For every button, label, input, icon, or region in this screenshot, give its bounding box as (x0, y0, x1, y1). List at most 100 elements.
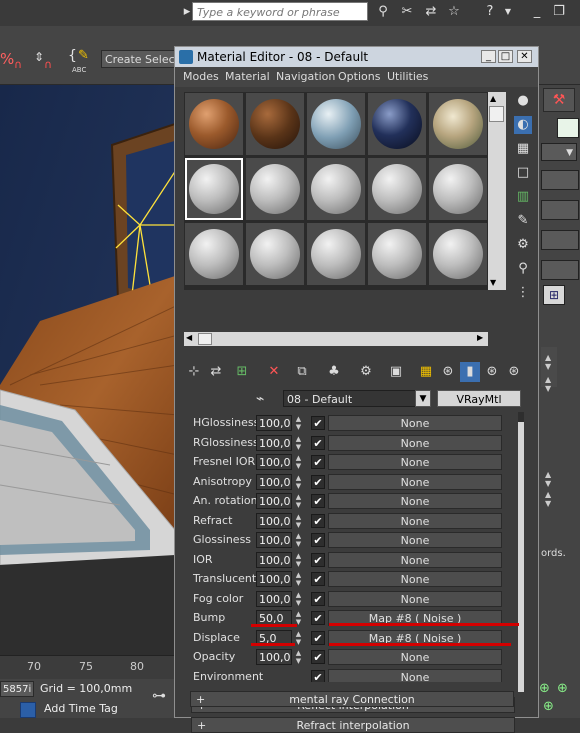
material-slot[interactable] (429, 223, 487, 285)
params-scroll-thumb[interactable] (518, 422, 524, 692)
hammer-icon[interactable]: ⚒ (543, 88, 575, 112)
eyedropper-icon[interactable]: ⌁ (256, 390, 274, 408)
material-slot[interactable] (307, 223, 365, 285)
put-to-library-icon[interactable]: ⚙ (356, 362, 376, 382)
param-enable-checkbox[interactable]: ✔ (311, 435, 325, 450)
param-spinner-icon[interactable]: ▲ ▼ (294, 532, 303, 548)
param-amount-field[interactable]: 100,0 (256, 590, 292, 607)
param-map-button[interactable]: None (328, 473, 502, 490)
param-map-button[interactable]: None (328, 434, 502, 451)
param-map-button[interactable]: None (328, 551, 502, 568)
material-slot-selected[interactable] (185, 158, 243, 220)
scroll-down-icon[interactable]: ▼ (490, 278, 496, 287)
param-enable-checkbox[interactable]: ✔ (311, 533, 325, 547)
panel-field[interactable] (541, 260, 579, 280)
key-icon[interactable]: ⊶ (152, 688, 166, 704)
param-amount-field[interactable]: 100,0 (256, 551, 292, 568)
param-amount-field[interactable]: 100,0 (256, 454, 292, 470)
panel-field[interactable] (541, 170, 579, 190)
param-amount-field[interactable]: 100,0 (256, 434, 292, 451)
minimize-button[interactable]: _ (481, 50, 496, 63)
param-map-button[interactable]: None (328, 454, 502, 470)
param-spinner-icon[interactable]: ▲ ▼ (294, 474, 303, 490)
panel-field[interactable] (541, 230, 579, 250)
navigation-icon[interactable]: ⊕ (557, 681, 568, 696)
scroll-right-icon[interactable]: ▶ (477, 333, 483, 342)
param-enable-checkbox[interactable]: ✔ (311, 611, 325, 625)
time-tag-icon[interactable] (20, 702, 36, 718)
material-slot[interactable] (368, 223, 426, 285)
options-icon[interactable]: ⚙ (514, 236, 532, 254)
param-amount-field[interactable]: 100,0 (256, 571, 292, 587)
param-map-button[interactable]: None (328, 493, 502, 509)
menu-navigation[interactable]: Navigation (276, 70, 335, 83)
navigation-icon[interactable]: ⊕ (539, 681, 550, 696)
named-selection-icon[interactable]: { (68, 48, 77, 64)
color-swatch[interactable] (557, 118, 579, 138)
restore-icon[interactable]: ❐ (550, 3, 568, 21)
param-enable-checkbox[interactable]: ✔ (311, 474, 325, 489)
create-selection-set-field[interactable]: Create Selection Se (101, 50, 179, 68)
spinner-snap-icon[interactable]: ⇕ (34, 50, 44, 64)
config-icon[interactable]: ⊞ (543, 285, 565, 305)
material-slot[interactable] (368, 158, 426, 220)
make-preview-icon[interactable]: ✎ (514, 212, 532, 230)
param-enable-checkbox[interactable]: ✔ (311, 494, 325, 508)
param-map-button[interactable]: None (328, 532, 502, 548)
material-navigator-icon[interactable]: ⋮ (514, 284, 532, 302)
param-spinner-icon[interactable]: ▲ ▼ (294, 630, 303, 646)
material-editor-titlebar[interactable]: Material Editor - 08 - Default _ □ ✕ (175, 47, 538, 67)
material-slot[interactable] (246, 158, 304, 220)
percent-snap-icon[interactable]: % (0, 50, 14, 68)
menu-modes[interactable]: Modes (183, 70, 219, 83)
material-slot[interactable] (307, 158, 365, 220)
star-icon[interactable]: ☆ (445, 3, 463, 21)
material-slot[interactable] (185, 223, 243, 285)
show-end-result-icon[interactable]: ⊛ (438, 362, 458, 382)
param-map-button[interactable]: None (328, 512, 502, 529)
scroll-left-icon[interactable]: ◀ (186, 333, 192, 342)
tools-icon[interactable]: ✂ (398, 3, 416, 21)
close-button[interactable]: ✕ (517, 50, 532, 63)
dropdown-icon[interactable]: ▼ (541, 143, 577, 161)
video-color-check-icon[interactable]: ▥ (514, 188, 532, 206)
material-slot[interactable] (429, 93, 487, 155)
param-spinner-icon[interactable]: ▲ ▼ (294, 571, 303, 587)
param-map-button[interactable]: None (328, 649, 502, 665)
help-dropdown-icon[interactable]: ▼ (499, 3, 517, 21)
help-icon[interactable]: ? (481, 3, 499, 21)
param-enable-checkbox[interactable]: ✔ (311, 591, 325, 606)
param-map-button[interactable]: None (328, 571, 502, 587)
param-spinner-icon[interactable]: ▲ ▼ (294, 591, 303, 607)
param-enable-checkbox[interactable]: ✔ (311, 572, 325, 586)
rollout-mental-ray-connection[interactable]: + mental ray Connection (190, 691, 514, 707)
menu-utilities[interactable]: Utilities (387, 70, 428, 83)
param-enable-checkbox[interactable]: ✔ (311, 552, 325, 567)
coordinate-field[interactable]: 5857i (0, 681, 34, 697)
backlight-icon[interactable]: ◐ (514, 116, 532, 134)
menu-options[interactable]: Options (338, 70, 380, 83)
go-forward-sibling-icon[interactable]: ⊛ (504, 362, 524, 382)
rollout-refract-interpolation[interactable]: + Refract interpolation (191, 717, 515, 733)
param-enable-checkbox[interactable]: ✔ (311, 513, 325, 528)
param-map-button[interactable]: None (328, 590, 502, 607)
viewport[interactable] (0, 85, 178, 655)
material-slot[interactable] (429, 158, 487, 220)
material-name-dropdown-icon[interactable]: ▼ (415, 390, 431, 407)
make-unique-icon[interactable]: ♣ (324, 362, 344, 382)
navigation-icon[interactable]: ⊕ (543, 699, 554, 714)
param-amount-field[interactable]: 100,0 (256, 649, 292, 665)
scroll-up-icon[interactable]: ▲ (490, 94, 496, 103)
magnet-icon[interactable]: ∩ (14, 58, 22, 71)
param-amount-field[interactable]: 100,0 (256, 415, 292, 431)
param-spinner-icon[interactable]: ▲ ▼ (294, 493, 303, 509)
material-slot[interactable] (246, 223, 304, 285)
params-scrollbar[interactable] (518, 412, 524, 692)
spinner-icon[interactable]: ▲ ▼ (545, 353, 551, 371)
param-amount-field[interactable]: 100,0 (256, 512, 292, 529)
material-slot[interactable] (246, 93, 304, 155)
material-slot[interactable] (368, 93, 426, 155)
minimize-icon[interactable]: _ (528, 3, 546, 21)
material-slot[interactable] (185, 93, 243, 155)
menu-material[interactable]: Material (225, 70, 270, 83)
